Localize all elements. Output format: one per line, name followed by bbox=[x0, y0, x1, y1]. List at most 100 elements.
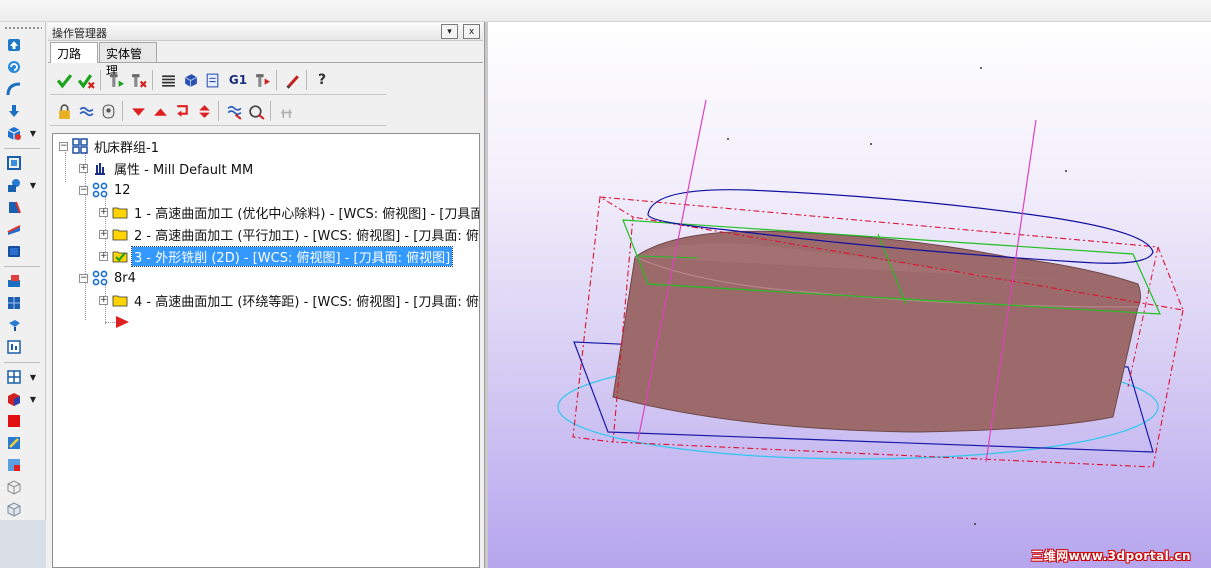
arrow-down-icon[interactable] bbox=[5, 102, 23, 120]
app-window: ▼ ▼ ▼ ▼ 操作管理器 ▾ x 刀路 实体管理 G1 ? − 机床群组-1 … bbox=[0, 0, 1211, 568]
show-tool-icon[interactable] bbox=[246, 101, 266, 121]
folder-icon bbox=[111, 204, 129, 220]
insert-arrow-icon[interactable] bbox=[172, 101, 192, 121]
regenerate-dirty-icon[interactable] bbox=[128, 70, 148, 90]
expand-toggle[interactable]: + bbox=[99, 251, 108, 261]
tree-node-op-3[interactable]: + 3 - 外形铣削 (2D) - [WCS: 俯视图] - [刀具面: 俯视图… bbox=[99, 245, 454, 267]
collapse-toggle[interactable]: − bbox=[79, 273, 88, 283]
toolpath-group-icon bbox=[91, 182, 109, 198]
verify-icon[interactable] bbox=[180, 70, 200, 90]
stack-icon[interactable] bbox=[5, 272, 23, 290]
chevron-down-icon[interactable]: ▼ bbox=[28, 368, 38, 386]
collapse-toggle[interactable]: − bbox=[59, 141, 68, 151]
select-all-check-icon[interactable] bbox=[54, 70, 74, 90]
tree-node-op-1[interactable]: + 1 - 高速曲面加工 (优化中心除料) - [WCS: 俯视图] - [刀具… bbox=[99, 202, 479, 222]
solid-cube-icon[interactable] bbox=[5, 124, 23, 142]
toolbar-separator bbox=[4, 266, 40, 267]
color-cube-icon[interactable] bbox=[5, 390, 23, 408]
toolbar-row-1: G1 ? bbox=[50, 66, 480, 92]
machine-group-icon bbox=[71, 138, 89, 154]
image-icon[interactable] bbox=[5, 456, 23, 474]
wire-cube-2-icon[interactable] bbox=[5, 500, 23, 518]
grid-icon[interactable] bbox=[5, 368, 23, 386]
move-icon[interactable] bbox=[5, 316, 23, 334]
backplot-icon[interactable] bbox=[158, 70, 178, 90]
expand-toggle[interactable]: + bbox=[79, 163, 88, 173]
tree-label: 属性 - Mill Default MM bbox=[114, 162, 254, 178]
tree-node-op-4[interactable]: + 4 - 高速曲面加工 (环绕等距) - [WCS: 俯视图] - [刀具面:… bbox=[99, 290, 479, 310]
tree-label: 2 - 高速曲面加工 (平行加工) - [WCS: 俯视图] - [刀具面: 俯… bbox=[134, 228, 480, 244]
wedge-icon[interactable] bbox=[5, 220, 23, 238]
stock-left-face bbox=[572, 196, 634, 443]
cube-icon[interactable] bbox=[5, 294, 23, 312]
toolpath-tree: − 机床群组-1 + 属性 - Mill Default MM − 12 + 1… bbox=[52, 133, 480, 568]
box-icon[interactable] bbox=[5, 242, 23, 260]
edit-icon[interactable] bbox=[5, 434, 23, 452]
top-toolbar-strip bbox=[0, 0, 1211, 22]
properties-icon bbox=[91, 160, 109, 176]
regenerate-icon[interactable] bbox=[106, 70, 126, 90]
select-dirty-check-icon[interactable] bbox=[76, 70, 96, 90]
tree-node-op-2[interactable]: + 2 - 高速曲面加工 (平行加工) - [WCS: 俯视图] - [刀具面:… bbox=[99, 224, 480, 244]
help-icon[interactable]: ? bbox=[312, 70, 332, 90]
tree-label: 机床群组-1 bbox=[94, 140, 159, 156]
insert-arrow-marker[interactable] bbox=[113, 312, 134, 332]
tree-node-machine-group[interactable]: − 机床群组-1 bbox=[59, 136, 161, 156]
cad-scene bbox=[557, 67, 1184, 525]
rotate-icon[interactable] bbox=[5, 58, 23, 76]
toolbar-separator bbox=[4, 148, 40, 149]
expand-toggle[interactable]: + bbox=[99, 207, 108, 217]
insert-arrow-icon bbox=[113, 314, 131, 330]
collapse-toggle[interactable]: − bbox=[79, 185, 88, 195]
folder-icon bbox=[111, 292, 129, 308]
post-icon[interactable] bbox=[98, 101, 118, 121]
delete-tool-icon[interactable] bbox=[282, 70, 302, 90]
chevron-down-icon[interactable]: ▼ bbox=[28, 176, 38, 194]
post-g1-icon[interactable]: G1 bbox=[226, 70, 250, 90]
panel-title-bar: 操作管理器 ▾ x bbox=[48, 23, 483, 41]
panel-title: 操作管理器 bbox=[52, 27, 107, 40]
chevron-down-icon[interactable]: ▼ bbox=[28, 390, 38, 408]
expand-collapse-icon[interactable] bbox=[194, 101, 214, 121]
frame-icon[interactable] bbox=[5, 154, 23, 172]
toolbar-separator bbox=[100, 70, 101, 90]
toolbar-separator bbox=[122, 101, 123, 121]
arrow-up-icon[interactable] bbox=[5, 36, 23, 54]
watermark-text: 三维网www.3dportal.cn bbox=[1031, 549, 1191, 563]
chevron-down-icon[interactable]: ▼ bbox=[28, 124, 38, 142]
close-button[interactable]: x bbox=[463, 24, 480, 39]
extrude-icon[interactable] bbox=[5, 198, 23, 216]
toolbar-grip[interactable] bbox=[4, 26, 42, 30]
tree-node-group-8r4[interactable]: − 8r4 bbox=[79, 268, 138, 288]
graphics-viewport[interactable]: 三维网www.3dportal.cn bbox=[488, 22, 1211, 568]
move-down-icon[interactable] bbox=[128, 101, 148, 121]
panel-tabs: 刀路 实体管理 bbox=[48, 42, 483, 78]
toolbar-footer bbox=[0, 520, 46, 568]
tree-node-properties[interactable]: + 属性 - Mill Default MM bbox=[79, 158, 255, 178]
point-marker bbox=[974, 523, 976, 525]
highfeed-icon[interactable] bbox=[252, 70, 272, 90]
folder-checked-icon bbox=[111, 248, 129, 264]
simulate-icon[interactable] bbox=[202, 70, 222, 90]
expand-toggle[interactable]: + bbox=[99, 295, 108, 305]
move-up-icon[interactable] bbox=[150, 101, 170, 121]
toolpath-group-icon bbox=[91, 270, 109, 286]
tab-toolpaths[interactable]: 刀路 bbox=[50, 42, 98, 63]
lock-icon[interactable] bbox=[54, 101, 74, 121]
expand-toggle[interactable]: + bbox=[99, 229, 108, 239]
shape-icon[interactable] bbox=[5, 176, 23, 194]
left-vertical-toolbar: ▼ ▼ ▼ ▼ bbox=[0, 22, 46, 568]
tab-solids[interactable]: 实体管理 bbox=[99, 42, 157, 78]
toolbar-separator bbox=[270, 101, 271, 121]
help-glyph: ? bbox=[317, 72, 327, 88]
wire-cube-icon[interactable] bbox=[5, 478, 23, 496]
tree-node-group-12[interactable]: − 12 bbox=[79, 180, 133, 200]
toggle-display-icon[interactable] bbox=[76, 101, 96, 121]
arc-icon[interactable] bbox=[5, 80, 23, 98]
gauge-icon[interactable] bbox=[5, 338, 23, 356]
point-marker bbox=[727, 138, 729, 140]
pin-button[interactable]: ▾ bbox=[441, 24, 458, 39]
toolbar-separator bbox=[218, 101, 219, 121]
show-toolpath-icon[interactable] bbox=[224, 101, 244, 121]
red-square-icon[interactable] bbox=[5, 412, 23, 430]
